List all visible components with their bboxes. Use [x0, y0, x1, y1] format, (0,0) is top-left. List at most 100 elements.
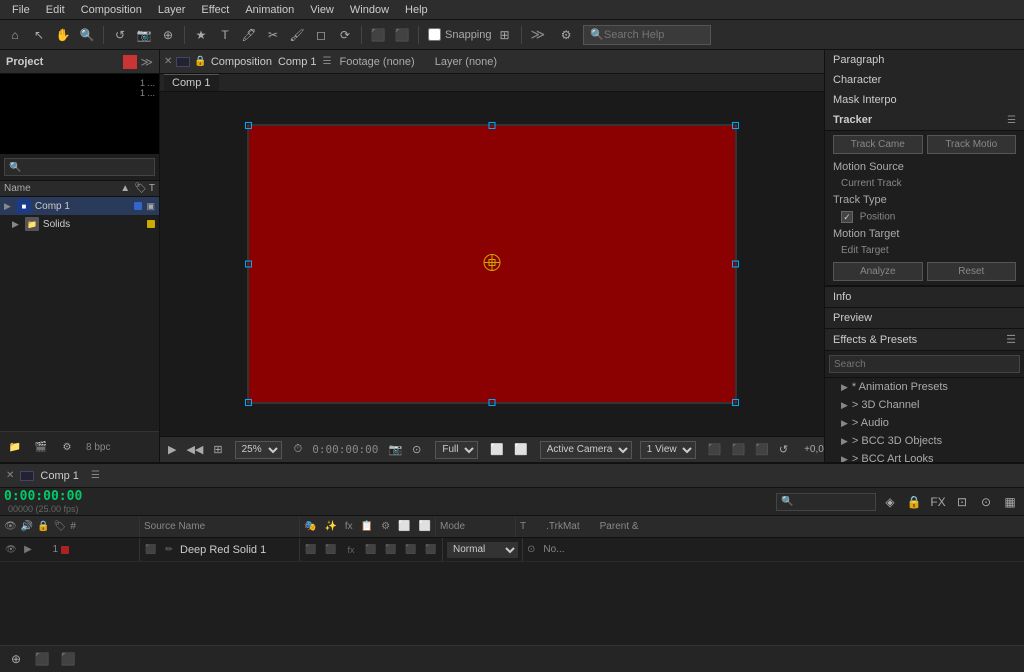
ls-3[interactable]: fx: [344, 543, 358, 557]
tl-adj-btn[interactable]: ⊙: [976, 492, 996, 512]
effects-item-0[interactable]: ▶ * Animation Presets: [825, 378, 1024, 396]
menu-edit[interactable]: Edit: [38, 2, 73, 18]
tl-footer-btn2[interactable]: ⬛: [32, 649, 52, 669]
comp-viewer[interactable]: [160, 92, 824, 436]
quality-select[interactable]: Full: [435, 441, 478, 459]
viewer-cam-snap[interactable]: 📷: [384, 440, 406, 460]
zoom-select[interactable]: 25%: [235, 441, 282, 459]
puppet-tool[interactable]: ⟳: [334, 24, 356, 46]
timeline-search-input[interactable]: [776, 493, 876, 511]
rotate-tool[interactable]: ↺: [109, 24, 131, 46]
project-col-sort-icon[interactable]: ▲: [120, 183, 130, 194]
effects-item-2[interactable]: ▶ > Audio: [825, 414, 1024, 432]
tl-footer-btn1[interactable]: ⊕: [6, 649, 26, 669]
home-btn[interactable]: ⌂: [4, 24, 26, 46]
layer-row-1[interactable]: 👁 ▶ 1 ⬛ ✏ Deep Red Solid 1 ⬛ ⬛ fx ⬛ ⬛ ⬛ …: [0, 538, 1024, 562]
viewer-misc1[interactable]: ⬛: [704, 440, 726, 460]
viewer-tgl-btn[interactable]: ⬜: [510, 440, 532, 460]
tl-solo-btn[interactable]: ◈: [880, 492, 900, 512]
viewer-region-btn[interactable]: ⬜: [486, 440, 508, 460]
menu-file[interactable]: File: [4, 2, 38, 18]
hand-tool[interactable]: ✋: [52, 24, 74, 46]
brush-tool[interactable]: 🖌: [286, 24, 308, 46]
layer-eye-1[interactable]: 👁: [4, 543, 18, 557]
tl-fx-btn[interactable]: FX: [928, 492, 948, 512]
effects-item-4[interactable]: ▶ > BCC Art Looks: [825, 450, 1024, 462]
paragraph-section[interactable]: Paragraph: [825, 50, 1024, 70]
tracker-menu-icon[interactable]: ☰: [1007, 115, 1016, 126]
snapping-checkbox[interactable]: [428, 28, 441, 41]
ls-1[interactable]: ⬛: [304, 543, 318, 557]
camera-tool[interactable]: 📷: [133, 24, 155, 46]
tl-motion-btn[interactable]: ⊡: [952, 492, 972, 512]
effects-presets-menu[interactable]: ☰: [1006, 333, 1016, 346]
handle-mr[interactable]: [732, 261, 739, 268]
anchor-tool[interactable]: ⊕: [157, 24, 179, 46]
handle-tl[interactable]: [245, 122, 252, 129]
timeline-menu-icon[interactable]: ☰: [91, 470, 100, 481]
shape-tool[interactable]: ★: [190, 24, 212, 46]
camera-select[interactable]: Active Camera: [540, 441, 632, 459]
toolbar-overflow[interactable]: ≫: [527, 26, 550, 43]
viewer-misc3[interactable]: ⬛: [751, 440, 773, 460]
active-comp-tab[interactable]: Comp 1: [164, 74, 219, 91]
ls-2[interactable]: ⬛: [324, 543, 338, 557]
settings-btn[interactable]: ⚙: [555, 24, 577, 46]
viewer-btn-2[interactable]: ◀◀: [182, 440, 207, 460]
mask-interp-section[interactable]: Mask Interpo: [825, 90, 1024, 110]
grid-btn[interactable]: ⊞: [494, 24, 516, 46]
viewer-btn-1[interactable]: ▶: [164, 440, 180, 460]
project-collapse-icon[interactable]: ≫: [140, 55, 153, 69]
mask-btn[interactable]: ⬛: [367, 24, 389, 46]
effects-item-3[interactable]: ▶ > BCC 3D Objects: [825, 432, 1024, 450]
preview-section[interactable]: Preview: [825, 308, 1024, 329]
project-item-solids[interactable]: ▶ 📁 Solids: [0, 215, 159, 233]
layer-pencil-1[interactable]: ✏: [162, 543, 176, 557]
new-folder-btn[interactable]: 📁: [4, 436, 26, 458]
track-camera-btn[interactable]: Track Came: [833, 135, 923, 154]
project-search-input[interactable]: [4, 158, 155, 176]
search-input[interactable]: [604, 29, 704, 41]
eraser-tool[interactable]: ◻: [310, 24, 332, 46]
timeline-close-btn[interactable]: ✕: [6, 470, 14, 481]
character-section[interactable]: Character: [825, 70, 1024, 90]
reset-btn[interactable]: Reset: [927, 262, 1017, 281]
project-settings-btn[interactable]: ⚙: [56, 436, 78, 458]
pen-tool[interactable]: 🖊: [238, 24, 260, 46]
track-btn[interactable]: ⬛: [391, 24, 413, 46]
menu-effect[interactable]: Effect: [193, 2, 237, 18]
menu-composition[interactable]: Composition: [73, 2, 150, 18]
menu-window[interactable]: Window: [342, 2, 397, 18]
text-tool[interactable]: T: [214, 24, 236, 46]
handle-bl[interactable]: [245, 399, 252, 406]
viewer-toggle-btn[interactable]: ⊙: [408, 440, 425, 460]
tl-footer-btn3[interactable]: ⬛: [58, 649, 78, 669]
menu-view[interactable]: View: [302, 2, 342, 18]
clone-tool[interactable]: ✂: [262, 24, 284, 46]
ls-7[interactable]: ⬛: [424, 543, 438, 557]
ls-6[interactable]: ⬛: [404, 543, 418, 557]
zoom-tool[interactable]: 🔍: [76, 24, 98, 46]
ls-5[interactable]: ⬛: [384, 543, 398, 557]
new-comp-btn[interactable]: 🎬: [30, 436, 52, 458]
handle-ml[interactable]: [245, 261, 252, 268]
handle-bm[interactable]: [489, 399, 496, 406]
handle-br[interactable]: [732, 399, 739, 406]
layer-expand-1[interactable]: ▶: [21, 543, 35, 557]
view-select[interactable]: 1 View: [640, 441, 696, 459]
track-motion-btn[interactable]: Track Motio: [927, 135, 1017, 154]
ls-4[interactable]: ⬛: [364, 543, 378, 557]
handle-tr[interactable]: [732, 122, 739, 129]
layer-switch-icon-1[interactable]: ⬛: [144, 543, 158, 557]
comp-tab-menu[interactable]: ☰: [323, 56, 332, 67]
info-section[interactable]: Info: [825, 287, 1024, 308]
analyze-btn[interactable]: Analyze: [833, 262, 923, 281]
menu-animation[interactable]: Animation: [237, 2, 302, 18]
menu-help[interactable]: Help: [397, 2, 436, 18]
tl-lock-btn[interactable]: 🔒: [904, 492, 924, 512]
handle-tm[interactable]: [489, 122, 496, 129]
viewer-time-btn[interactable]: ⏱: [290, 440, 307, 460]
effects-search-input[interactable]: [829, 355, 1020, 373]
tl-draft-btn[interactable]: ▦: [1000, 492, 1020, 512]
viewer-misc4[interactable]: ↺: [775, 440, 792, 460]
